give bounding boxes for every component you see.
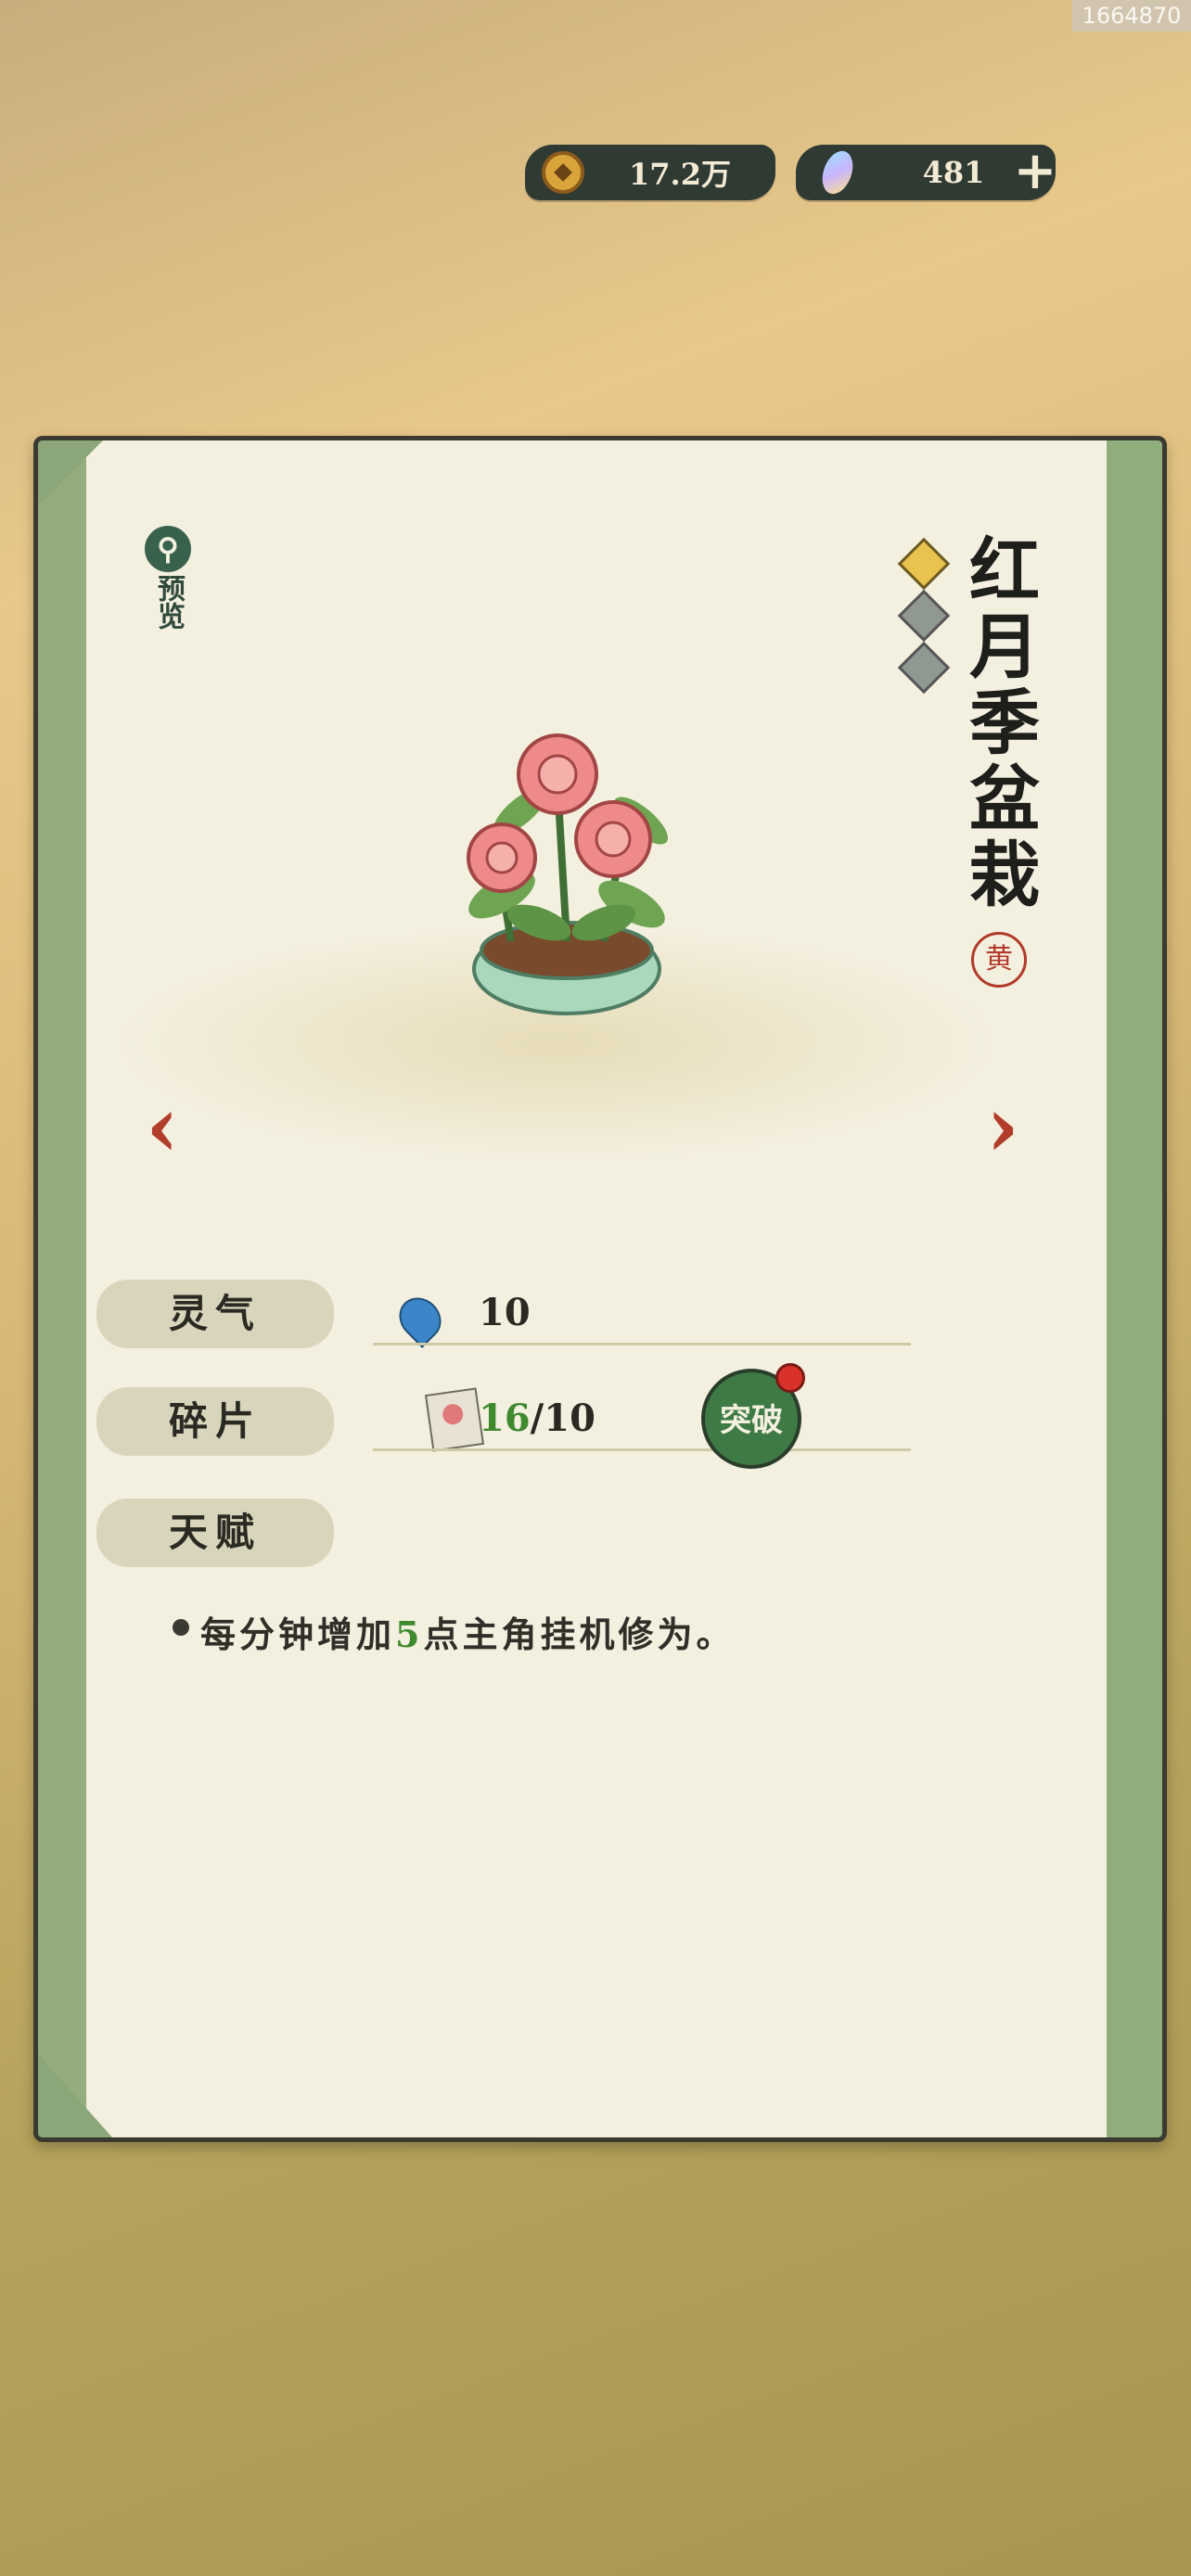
next-item-arrow[interactable]: › <box>975 1085 1031 1168</box>
talent-prefix: 每分钟增加 <box>200 1613 396 1655</box>
coin-balance: 17.2万 <box>525 145 775 200</box>
gem-balance: 481 + <box>796 145 1057 200</box>
fragments-label: 碎片 <box>96 1387 334 1456</box>
divider <box>373 1448 911 1451</box>
fragment-card-icon <box>424 1387 485 1452</box>
talent-suffix: 点主角挂机修为。 <box>423 1613 736 1655</box>
fragments-required: 10 <box>544 1396 596 1440</box>
fragments-current: 16 <box>479 1396 531 1440</box>
watermark-id: 1664870 <box>1072 0 1191 32</box>
talent-description: 每分钟增加5点主角挂机修为。 <box>200 1606 735 1657</box>
magnifier-icon: ⚲ <box>145 526 191 572</box>
star-icon-empty <box>901 593 947 639</box>
fragments-separator: / <box>530 1396 544 1440</box>
star-icon-filled <box>901 541 947 587</box>
bullet-dot <box>173 1619 189 1636</box>
rarity-stars <box>901 533 947 704</box>
coin-amount: 17.2万 <box>629 157 731 192</box>
notification-dot <box>775 1363 805 1393</box>
add-gems-button[interactable]: + <box>1009 145 1061 198</box>
scroll-edge-right <box>1107 440 1162 2137</box>
talent-label: 天赋 <box>96 1498 334 1567</box>
potted-rose-image <box>467 733 669 1015</box>
grade-seal-icon: 黄 <box>971 932 1027 988</box>
fragments-progress: 16/10 <box>479 1391 596 1447</box>
preview-label: 预览 <box>152 574 185 630</box>
talent-value: 5 <box>395 1613 424 1655</box>
spirit-value: 10 <box>479 1291 531 1334</box>
preview-button[interactable]: ⚲ 预览 <box>140 526 196 630</box>
item-name: 红月季盆栽 <box>957 533 1040 913</box>
star-icon-empty <box>901 644 947 691</box>
previous-item-arrow[interactable]: ‹ <box>134 1085 190 1168</box>
scroll-corner-top-left <box>38 440 103 505</box>
scroll-edge-left <box>38 440 86 2137</box>
scroll-corner-bottom-left <box>38 2054 112 2137</box>
coin-icon <box>542 151 584 194</box>
divider <box>373 1343 911 1345</box>
spirit-label: 灵气 <box>96 1280 334 1348</box>
